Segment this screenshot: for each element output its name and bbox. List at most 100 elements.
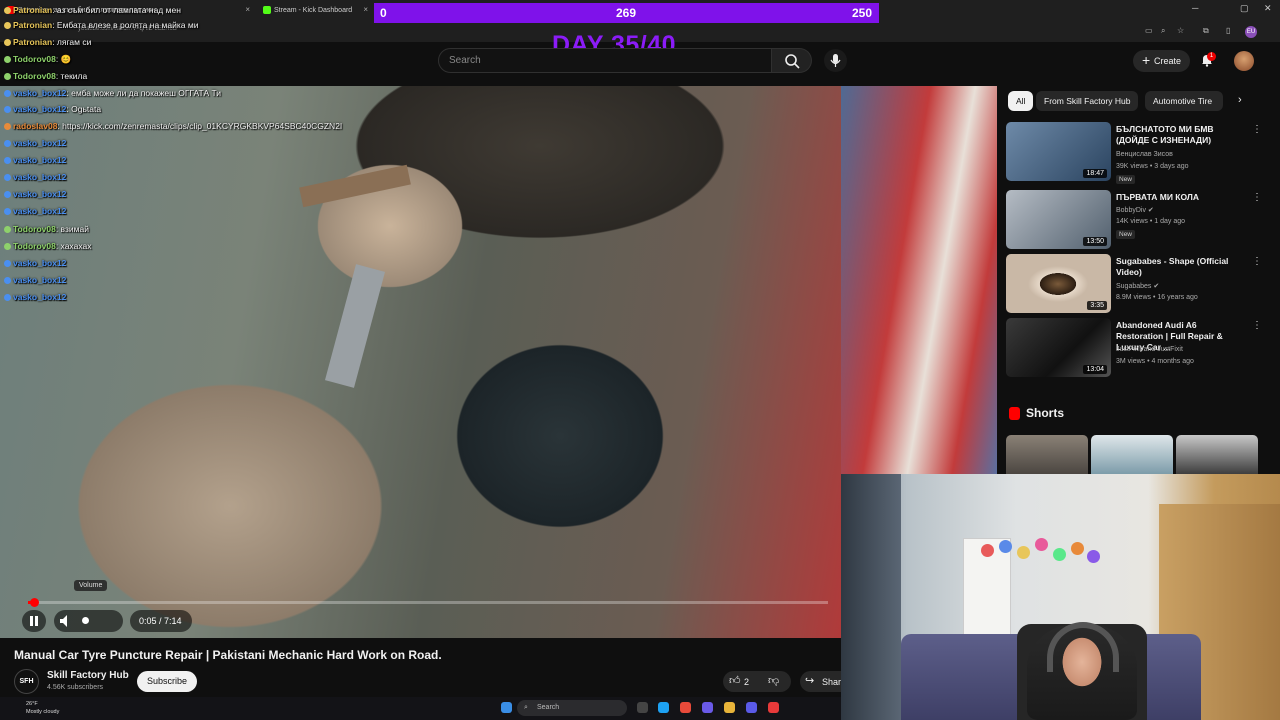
recommendation-channel[interactable]: BobbyDiv ✔ xyxy=(1116,206,1154,214)
recommendation-item[interactable]: 13:50 ПЪРВАТА МИ КОЛА BobbyDiv ✔ 14K vie… xyxy=(1006,190,1266,250)
chat-username: vasko_box12 xyxy=(13,275,67,285)
shorts-icon xyxy=(1009,407,1020,420)
chat-username: vasko_box12 xyxy=(13,138,67,148)
chat-message: Patronian: аз съм бил от лампата над мен xyxy=(4,5,181,19)
maximize-icon[interactable]: ▢ xyxy=(1240,3,1249,14)
recommendation-channel[interactable]: JustFixit and JustFixit xyxy=(1116,346,1183,353)
video-thumbnail[interactable]: 13:04 xyxy=(1006,318,1111,377)
chip-automotive[interactable]: Automotive Tire xyxy=(1145,91,1223,111)
new-badge: New xyxy=(1116,175,1136,184)
notification-count-badge: 1 xyxy=(1207,52,1216,61)
volume-slider-handle[interactable] xyxy=(82,617,89,624)
recommendation-title[interactable]: БЪЛСНАТОТО МИ БМВ (ДОЙДЕ С ИЗНЕНАДИ) xyxy=(1116,124,1246,146)
chat-message: vasko_box12: Ogьtata xyxy=(4,104,101,118)
subscribe-button[interactable]: Subscribe xyxy=(137,671,197,692)
chat-message: Patronian: лягам си xyxy=(4,37,91,51)
webcam-overlay xyxy=(841,474,1280,720)
chat-message: Todorov08: текила xyxy=(4,71,87,85)
chat-badge-icon xyxy=(4,226,11,234)
pause-button[interactable] xyxy=(22,610,46,632)
stream-goal-bar: 0 269 250 xyxy=(374,3,879,23)
progress-scrubber[interactable] xyxy=(30,598,39,607)
more-options-icon[interactable]: ⋮ xyxy=(1252,256,1262,267)
app-icon[interactable] xyxy=(746,702,757,713)
video-thumbnail[interactable]: 13:50 xyxy=(1006,190,1111,249)
zoom-icon[interactable]: ⌕ xyxy=(1161,26,1165,36)
recommendation-meta: 39K views • 3 days ago xyxy=(1116,163,1189,170)
taskbar-search[interactable]: ⌕ Search xyxy=(517,700,627,716)
goal-current-value: 269 xyxy=(616,6,637,20)
chat-text: : 😊 xyxy=(55,54,72,64)
chat-badge-icon xyxy=(4,22,11,30)
chat-username: Patronian xyxy=(13,37,53,47)
volume-icon[interactable] xyxy=(54,610,74,632)
chevron-right-icon[interactable]: › xyxy=(1238,94,1242,106)
share-button[interactable]: ↪ Shar xyxy=(800,671,841,692)
chat-text: : https://kick.com/zenremasta/clips/clip… xyxy=(57,121,343,131)
share-icon: ↪ xyxy=(805,675,815,687)
create-button[interactable]: + Create xyxy=(1133,50,1190,72)
obs-icon[interactable] xyxy=(768,702,779,713)
recommendation-title[interactable]: ПЪРВАТА МИ КОЛА xyxy=(1116,192,1246,203)
search-input[interactable]: Search xyxy=(438,48,772,73)
recommendation-meta: 14K views • 1 day ago xyxy=(1116,218,1185,225)
chat-message: radoslav08: https://kick.com/zenremasta/… xyxy=(4,121,342,135)
like-icon[interactable]: 👍︎ xyxy=(729,674,741,687)
chrome-icon[interactable] xyxy=(680,702,691,713)
channel-name[interactable]: Skill Factory Hub xyxy=(47,670,129,681)
chat-badge-icon xyxy=(4,157,11,165)
chip-all[interactable]: All xyxy=(1008,91,1034,111)
sticker-shape xyxy=(1087,550,1100,563)
more-options-icon[interactable]: ⋮ xyxy=(1252,192,1262,203)
recommendation-meta: 3M views • 4 months ago xyxy=(1116,358,1194,365)
chat-message: Todorov08: хахахах xyxy=(4,241,91,255)
sticker-shape xyxy=(999,540,1012,553)
goal-target-value: 250 xyxy=(852,6,873,20)
chat-badge-icon xyxy=(4,191,11,199)
chat-text: : Ogьtata xyxy=(66,104,102,114)
windows-start-icon[interactable] xyxy=(501,702,512,713)
recommendation-channel[interactable]: Венцислав Зисов xyxy=(1116,151,1173,158)
recommendation-item[interactable]: 3:35 Sugababes - Shape (Official Video) … xyxy=(1006,254,1266,314)
browser-profile-icon[interactable]: EU xyxy=(1245,26,1257,38)
more-options-icon[interactable]: ⋮ xyxy=(1252,124,1262,135)
video-progress-bar[interactable] xyxy=(28,601,828,604)
short-thumbnail[interactable] xyxy=(1091,435,1173,475)
minimize-icon[interactable]: ─ xyxy=(1192,3,1198,13)
chat-message: vasko_box12 xyxy=(4,138,66,152)
search-button[interactable] xyxy=(772,48,812,73)
recommendation-title[interactable]: Sugababes - Shape (Official Video) xyxy=(1116,256,1246,278)
chip-from-channel[interactable]: From Skill Factory Hub xyxy=(1036,91,1139,111)
chat-username: Todorov08 xyxy=(13,224,56,234)
chat-message: Todorov08: 😊 xyxy=(4,54,71,68)
dislike-icon[interactable]: 👎︎ xyxy=(768,674,779,687)
short-thumbnail[interactable] xyxy=(1176,435,1258,475)
more-options-icon[interactable]: ⋮ xyxy=(1252,320,1262,331)
file-explorer-icon[interactable] xyxy=(724,702,735,713)
weather-widget[interactable]: 26°F Mostly cloudy xyxy=(26,700,59,716)
weather-temp: 26°F xyxy=(26,701,38,707)
chat-badge-icon xyxy=(4,174,11,182)
sidebar-icon[interactable]: ▯ xyxy=(1226,26,1230,35)
recommendation-item[interactable]: 13:04 Abandoned Audi A6 Restoration | Fu… xyxy=(1006,318,1266,378)
cast-icon[interactable]: ▭ xyxy=(1145,26,1153,35)
recommendation-item[interactable]: 18:47 БЪЛСНАТОТО МИ БМВ (ДОЙДЕ С ИЗНЕНАД… xyxy=(1006,122,1266,184)
like-count: 2 xyxy=(744,677,750,687)
chat-username: Todorov08 xyxy=(13,54,56,64)
video-thumbnail[interactable]: 18:47 xyxy=(1006,122,1111,181)
close-window-icon[interactable]: ✕ xyxy=(1264,3,1272,14)
edge-icon[interactable] xyxy=(658,702,669,713)
voice-search-button[interactable] xyxy=(824,49,847,72)
short-thumbnail[interactable] xyxy=(1006,435,1088,475)
chat-badge-icon xyxy=(4,260,11,268)
task-view-icon[interactable] xyxy=(637,702,648,713)
discord-icon[interactable] xyxy=(702,702,713,713)
recommendation-channel[interactable]: Sugababes ✔ xyxy=(1116,282,1159,290)
account-avatar[interactable] xyxy=(1234,51,1254,71)
duration-badge: 13:50 xyxy=(1083,237,1107,246)
channel-avatar[interactable]: SFH xyxy=(14,669,39,694)
video-thumbnail[interactable]: 3:35 xyxy=(1006,254,1111,313)
extensions-icon[interactable]: ⧉ xyxy=(1203,26,1209,36)
chat-text: : емба може ли да покажеш ОГГАТА Ти xyxy=(66,88,222,98)
bookmark-star-icon[interactable]: ☆ xyxy=(1177,26,1184,35)
